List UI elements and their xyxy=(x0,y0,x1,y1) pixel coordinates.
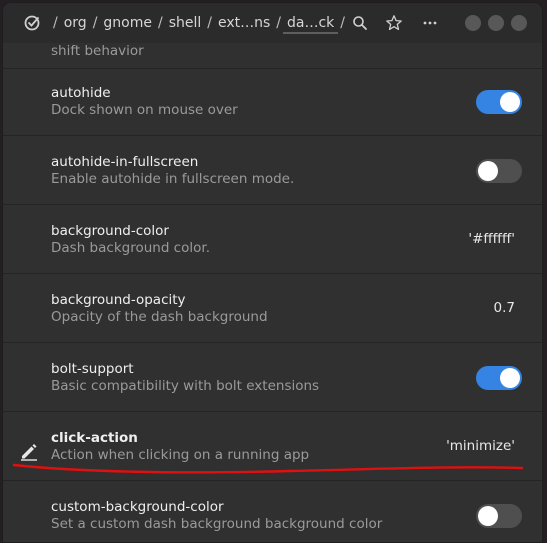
toggle-knob xyxy=(478,506,498,526)
list-item-autohide[interactable]: autohide Dock shown on mouse over xyxy=(3,68,542,136)
dconf-editor-window: / org / gnome / shell / ext…ns / da…ck / xyxy=(2,2,543,543)
key-value: '#ffffff' xyxy=(468,231,515,247)
custom-background-color-toggle[interactable] xyxy=(476,504,522,528)
list-item-custom-background-color[interactable]: custom-background-color Set a custom das… xyxy=(3,482,542,542)
breadcrumb-gnome[interactable]: gnome xyxy=(99,15,156,31)
breadcrumb: / org / gnome / shell / ext…ns / da…ck / xyxy=(51,3,347,43)
toggle-knob xyxy=(500,92,520,112)
maximize-button[interactable] xyxy=(488,15,504,31)
breadcrumb-dash-to-dock[interactable]: da…ck xyxy=(283,15,339,34)
key-description: Basic compatibility with bolt extensions xyxy=(51,378,320,394)
key-name: custom-background-color xyxy=(51,499,224,515)
search-icon xyxy=(353,16,367,30)
bookmark-button[interactable] xyxy=(383,12,405,34)
breadcrumb-separator: / xyxy=(207,15,212,31)
key-description: Enable autohide in fullscreen mode. xyxy=(51,171,295,187)
menu-dots-icon xyxy=(423,21,437,25)
minimize-button[interactable] xyxy=(465,15,481,31)
breadcrumb-separator: / xyxy=(92,15,98,31)
list-item-background-opacity[interactable]: background-opacity Opacity of the dash b… xyxy=(3,275,542,343)
pencil-icon xyxy=(21,444,37,461)
breadcrumb-shell[interactable]: shell xyxy=(165,15,206,31)
key-description: Dock shown on mouse over xyxy=(51,102,238,118)
list-item-background-color[interactable]: background-color Dash background color. … xyxy=(3,206,542,274)
key-name: background-opacity xyxy=(51,292,186,308)
breadcrumb-separator: / xyxy=(157,15,163,31)
close-button[interactable] xyxy=(511,15,527,31)
menu-button[interactable] xyxy=(419,12,441,34)
list-item-partial[interactable]: shift behavior xyxy=(3,43,542,69)
autohide-toggle[interactable] xyxy=(476,90,522,114)
list-item-autohide-in-fullscreen[interactable]: autohide-in-fullscreen Enable autohide i… xyxy=(3,137,542,205)
toggle-knob xyxy=(500,368,520,388)
key-list: shift behavior autohide Dock shown on mo… xyxy=(3,43,542,542)
key-name: autohide-in-fullscreen xyxy=(51,154,199,170)
bolt-support-toggle[interactable] xyxy=(476,366,522,390)
key-name: click-action xyxy=(51,430,138,446)
key-description: Opacity of the dash background xyxy=(51,309,268,325)
key-value: 0.7 xyxy=(493,300,515,316)
key-description: Action when clicking on a running app xyxy=(51,447,310,463)
autohide-in-fullscreen-toggle[interactable] xyxy=(476,159,522,183)
breadcrumb-org[interactable]: org xyxy=(60,15,91,31)
settings-app-icon xyxy=(24,15,40,31)
search-button[interactable] xyxy=(349,12,371,34)
list-item-bolt-support[interactable]: bolt-support Basic compatibility with bo… xyxy=(3,344,542,412)
star-icon xyxy=(386,15,402,31)
breadcrumb-separator: / xyxy=(340,15,346,31)
key-description: Dash background color. xyxy=(51,240,210,256)
breadcrumb-separator: / xyxy=(276,15,282,31)
key-value: 'minimize' xyxy=(446,438,515,454)
key-name: background-color xyxy=(51,223,169,239)
breadcrumb-extensions[interactable]: ext…ns xyxy=(214,15,274,31)
breadcrumb-separator: / xyxy=(53,15,58,31)
list-item-click-action[interactable]: click-action Action when clicking on a r… xyxy=(3,413,542,481)
key-name: autohide xyxy=(51,85,111,101)
key-description: shift behavior xyxy=(51,43,144,59)
headerbar: / org / gnome / shell / ext…ns / da…ck / xyxy=(3,3,542,44)
toggle-knob xyxy=(478,161,498,181)
key-name: bolt-support xyxy=(51,361,134,377)
key-description: Set a custom dash background background … xyxy=(51,516,383,532)
